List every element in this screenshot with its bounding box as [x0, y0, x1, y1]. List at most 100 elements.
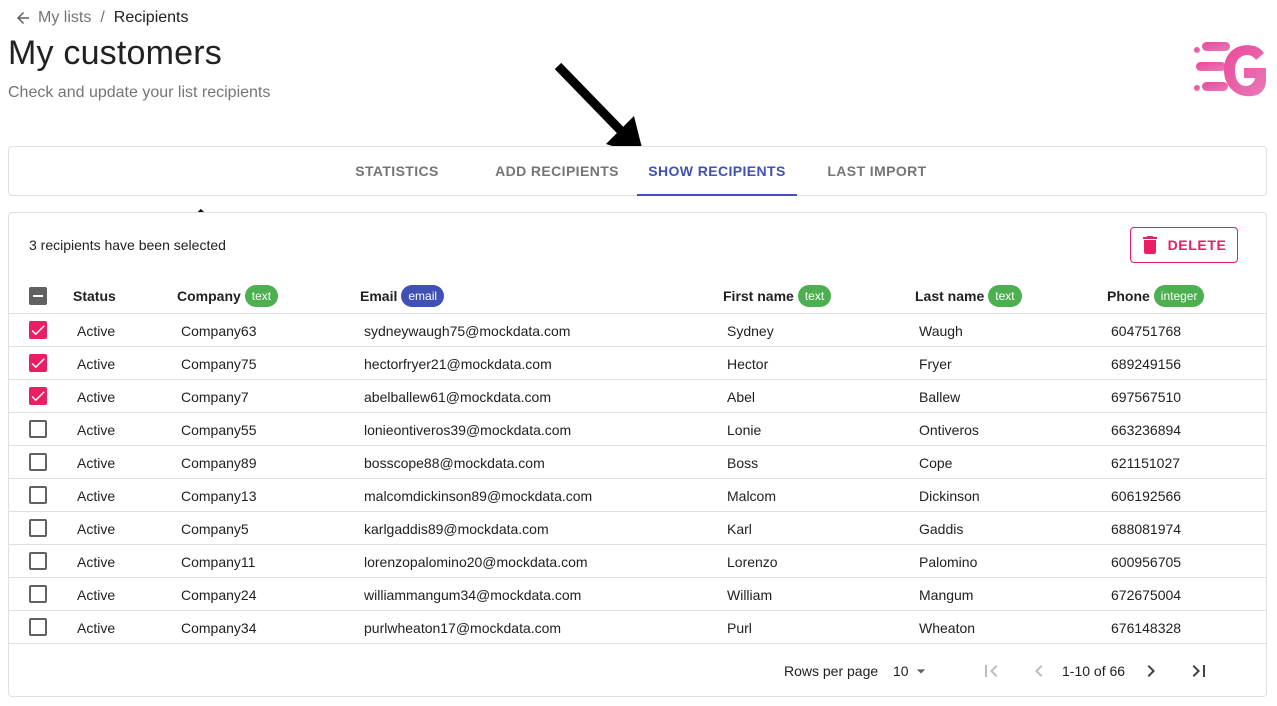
type-badge: integer — [1153, 285, 1205, 307]
tabs-bar: STATISTICS ADD RECIPIENTS SHOW RECIPIENT… — [8, 146, 1267, 196]
cell-company: Company34 — [181, 619, 257, 636]
cell-first-name: Sydney — [727, 322, 774, 339]
row-checkbox[interactable] — [29, 585, 47, 603]
cell-first-name: Hector — [727, 355, 769, 372]
caret-down-icon — [916, 669, 925, 674]
delete-button[interactable]: DELETE — [1130, 227, 1238, 263]
first-page-icon — [985, 665, 998, 677]
row-checkbox[interactable] — [29, 453, 47, 471]
row-checkbox[interactable] — [29, 618, 47, 636]
recipients-table-card: 3 recipients have been selected DELETE S… — [8, 212, 1267, 697]
column-header-company[interactable]: Company text — [177, 279, 279, 313]
table-row[interactable]: Active Company63 sydneywaugh75@mockdata.co… — [9, 313, 1266, 346]
table-row[interactable]: Active Company24 williammangum34@mockdata.… — [9, 577, 1266, 610]
cell-company: Company55 — [181, 421, 257, 438]
cell-email: lorenzopalomino20@mockdata.com — [364, 553, 588, 570]
rows-per-page-value: 10 — [893, 663, 909, 679]
checkmark-icon — [31, 325, 45, 336]
cell-phone: 689249156 — [1111, 355, 1182, 372]
table-row[interactable]: Active Company7 abelballew61@mockdata.com A… — [9, 379, 1266, 412]
cell-email: karlgaddis89@mockdata.com — [364, 520, 549, 537]
page-range: 1-10 of 66 — [1062, 663, 1126, 679]
rows-per-page-label: Rows per page — [784, 663, 879, 679]
first-page-button[interactable] — [979, 644, 1003, 696]
row-checkbox[interactable] — [29, 519, 47, 537]
previous-page-button[interactable] — [1027, 644, 1051, 696]
selection-message: 3 recipients have been selected — [29, 237, 226, 253]
chevron-left-icon — [1035, 665, 1043, 677]
cell-company: Company89 — [181, 454, 257, 471]
last-page-icon — [1192, 665, 1205, 677]
cell-email: lonieontiveros39@mockdata.com — [364, 421, 572, 438]
table-row[interactable]: Active Company34 purlwheaton17@mockdata.co… — [9, 610, 1266, 643]
type-badge: text — [244, 285, 279, 307]
cell-phone: 604751768 — [1111, 322, 1182, 339]
cell-status: Active — [77, 355, 116, 372]
chevron-right-icon — [1147, 665, 1155, 677]
select-all-checkbox[interactable] — [29, 287, 47, 305]
cell-last-name: Dickinson — [919, 487, 980, 504]
cell-email: abelballew61@mockdata.com — [364, 388, 551, 405]
cell-phone: 606192566 — [1111, 487, 1182, 504]
column-header-status[interactable]: Status — [73, 279, 116, 313]
annotation-arrow-tabs — [554, 62, 644, 156]
minus-icon — [33, 295, 43, 297]
cell-last-name: Cope — [919, 454, 953, 471]
column-header-phone[interactable]: Phone integer — [1107, 279, 1205, 313]
row-checkbox[interactable] — [29, 354, 47, 372]
type-badge: email — [401, 285, 445, 307]
cell-phone: 663236894 — [1111, 421, 1182, 438]
cell-last-name: Ontiveros — [919, 421, 979, 438]
cell-phone: 697567510 — [1111, 388, 1182, 405]
delete-button-label: DELETE — [1167, 237, 1227, 253]
tab-last-import[interactable]: LAST IMPORT — [817, 147, 937, 195]
next-page-button[interactable] — [1139, 644, 1163, 696]
table-row[interactable]: Active Company13 malcomdickinson89@mockdat… — [9, 478, 1266, 511]
row-checkbox[interactable] — [29, 420, 47, 438]
table-row[interactable]: Active Company89 bosscope88@mockdata.com Bo… — [9, 445, 1266, 478]
type-badge: text — [797, 285, 832, 307]
cell-last-name: Fryer — [919, 355, 952, 372]
cell-first-name: Boss — [727, 454, 759, 471]
trash-icon — [1142, 236, 1157, 254]
cell-company: Company11 — [181, 553, 256, 570]
cell-email: bosscope88@mockdata.com — [364, 454, 545, 471]
row-checkbox[interactable] — [29, 486, 47, 504]
page-subtitle: Check and update your list recipients — [8, 84, 271, 101]
column-header-email[interactable]: Email email — [360, 279, 445, 313]
cell-first-name: Malcom — [727, 487, 777, 504]
cell-company: Company24 — [181, 586, 257, 603]
cell-phone: 600956705 — [1111, 553, 1182, 570]
row-checkbox[interactable] — [29, 321, 47, 339]
table-pagination: Rows per page 10 1-10 of 66 — [9, 643, 1266, 696]
rows-per-page-select[interactable]: 10 — [893, 644, 931, 696]
cell-status: Active — [77, 322, 116, 339]
tab-add-recipients[interactable]: ADD RECIPIENTS — [477, 147, 637, 195]
arrow-left-icon[interactable] — [14, 9, 32, 27]
tab-statistics[interactable]: STATISTICS — [337, 147, 457, 195]
cell-last-name: Palomino — [919, 553, 978, 570]
breadcrumb-my-lists-link[interactable]: My lists — [38, 9, 91, 27]
cell-first-name: Karl — [727, 520, 752, 537]
row-checkbox[interactable] — [29, 552, 47, 570]
cell-email: williammangum34@mockdata.com — [364, 586, 582, 603]
cell-first-name: Lorenzo — [727, 553, 778, 570]
breadcrumb-current: Recipients — [113, 9, 189, 26]
column-header-last-name[interactable]: Last name text — [915, 279, 1022, 313]
row-checkbox[interactable] — [29, 387, 47, 405]
checkmark-icon — [31, 358, 45, 369]
table-row[interactable]: Active Company75 hectorfryer21@mockdata.co… — [9, 346, 1266, 379]
active-tab-indicator — [637, 194, 797, 196]
cell-phone: 676148328 — [1111, 619, 1182, 636]
tab-show-recipients[interactable]: SHOW RECIPIENTS — [637, 147, 797, 196]
cell-status: Active — [77, 388, 116, 405]
cell-status: Active — [77, 520, 116, 537]
table-row[interactable]: Active Company5 karlgaddis89@mockdata.com K… — [9, 511, 1266, 544]
table-row[interactable]: Active Company11 lorenzopalomino20@mockdat… — [9, 544, 1266, 577]
last-page-button[interactable] — [1187, 644, 1211, 696]
table-row[interactable]: Active Company55 lonieontiveros39@mockdata… — [9, 412, 1266, 445]
cell-company: Company7 — [181, 388, 249, 405]
cell-status: Active — [77, 619, 116, 636]
column-header-first-name[interactable]: First name text — [723, 279, 832, 313]
cell-last-name: Waugh — [919, 322, 963, 339]
